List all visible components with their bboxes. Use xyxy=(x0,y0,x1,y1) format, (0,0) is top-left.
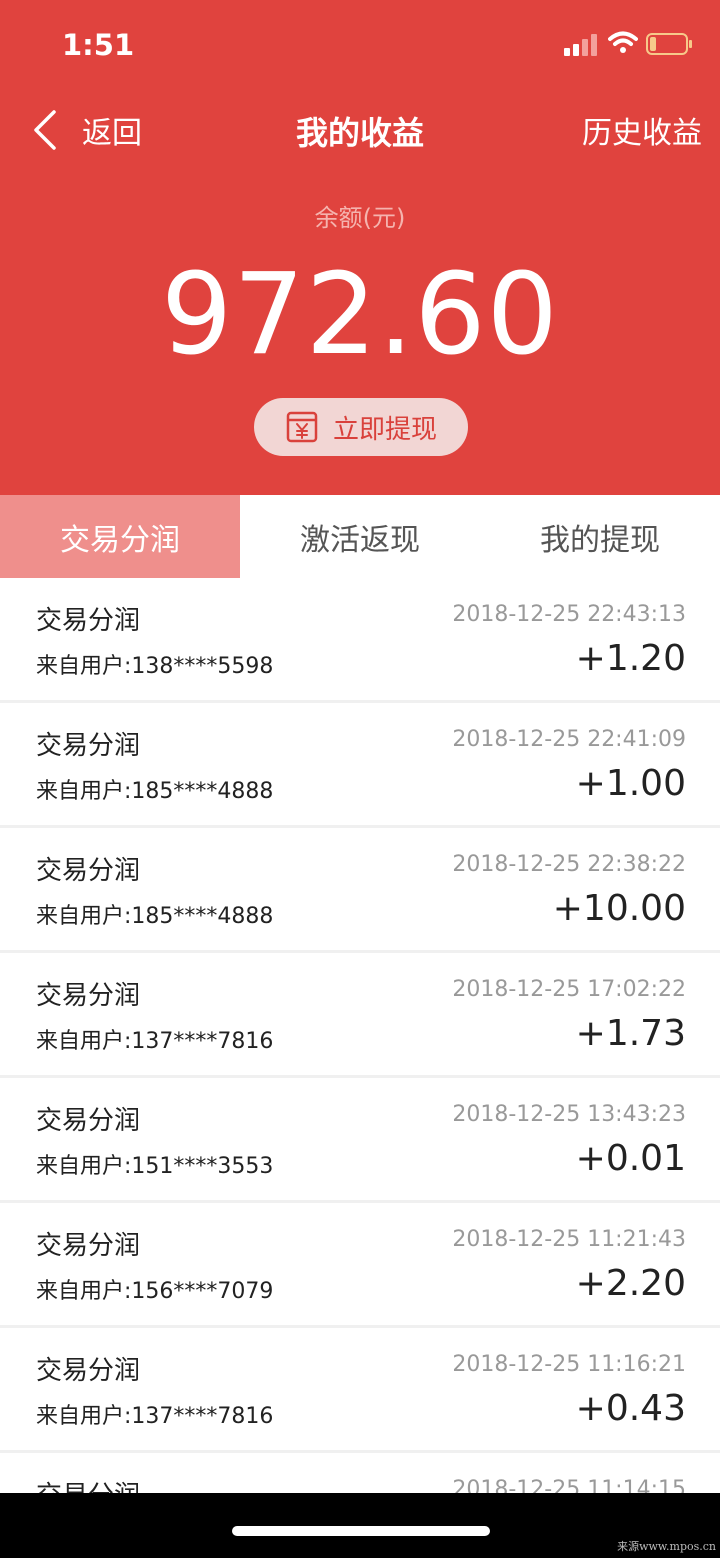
item-amount: +2.20 xyxy=(575,1263,686,1304)
item-time: 2018-12-25 13:43:23 xyxy=(452,1102,686,1127)
chevron-left-icon xyxy=(34,110,56,150)
tab-bar: 交易分润 激活返现 我的提现 xyxy=(0,495,720,578)
list-item[interactable]: 交易分润 来自用户:156****7079 2018-12-25 11:21:4… xyxy=(0,1203,720,1325)
list-item[interactable]: 交易分润 来自用户:151****3553 2018-12-25 13:43:2… xyxy=(0,1078,720,1200)
list-item[interactable]: 交易分润 来自用户:137****7816 2018-12-25 11:16:2… xyxy=(0,1328,720,1450)
item-title: 交易分润 xyxy=(36,1106,141,1136)
list-item[interactable]: 交易分润 来自用户:138****5598 2018-12-25 22:43:1… xyxy=(0,578,720,700)
earnings-header: 1:51 返回 我的收益 历史收益 余额(元) 972.60 立即提现 xyxy=(0,0,720,495)
screen: 1:51 返回 我的收益 历史收益 余额(元) 972.60 立即提现 交易分润… xyxy=(0,0,720,1558)
list-item[interactable]: 交易分润 来自用户:185****4888 2018-12-25 22:38:2… xyxy=(0,828,720,950)
withdraw-label: 立即提现 xyxy=(332,414,437,445)
item-title: 交易分润 xyxy=(36,1231,141,1261)
item-amount: +1.20 xyxy=(575,638,686,679)
yuan-receipt-icon xyxy=(286,411,318,443)
item-user: 来自用户:156****7079 xyxy=(36,1279,274,1304)
item-time: 2018-12-25 11:16:21 xyxy=(452,1352,686,1377)
list-item[interactable]: 交易分润 来自用户:185****4888 2018-12-25 22:41:0… xyxy=(0,703,720,825)
home-indicator[interactable] xyxy=(232,1526,490,1536)
item-time: 2018-12-25 11:21:43 xyxy=(452,1227,686,1252)
tab-activation-cashback[interactable]: 激活返现 xyxy=(240,495,480,578)
list-item[interactable]: 交易分润 来自用户:137****7816 2018-12-25 17:02:2… xyxy=(0,953,720,1075)
item-title: 交易分润 xyxy=(36,606,141,636)
item-amount: +1.73 xyxy=(575,1013,686,1054)
battery-icon xyxy=(646,33,692,55)
nav-bar: 返回 我的收益 历史收益 xyxy=(0,90,720,170)
item-time: 2018-12-25 22:41:09 xyxy=(452,727,686,752)
item-user: 来自用户:137****7816 xyxy=(36,1404,274,1429)
item-title: 交易分润 xyxy=(36,981,141,1011)
item-time: 2018-12-25 22:38:22 xyxy=(452,852,686,877)
home-bar: 来源www.mpos.cn xyxy=(0,1493,720,1558)
back-label: 返回 xyxy=(82,116,142,151)
item-user: 来自用户:185****4888 xyxy=(36,779,274,804)
earnings-list: 交易分润 来自用户:138****5598 2018-12-25 22:43:1… xyxy=(0,578,720,1558)
tab-my-withdrawals[interactable]: 我的提现 xyxy=(480,495,720,578)
item-title: 交易分润 xyxy=(36,1356,141,1386)
item-user: 来自用户:151****3553 xyxy=(36,1154,274,1179)
item-time: 2018-12-25 17:02:22 xyxy=(452,977,686,1002)
item-amount: +10.00 xyxy=(552,888,686,929)
back-button[interactable]: 返回 xyxy=(30,106,170,154)
item-user: 来自用户:138****5598 xyxy=(36,654,274,679)
status-time: 1:51 xyxy=(62,28,135,62)
item-time: 2018-12-25 22:43:13 xyxy=(452,602,686,627)
item-title: 交易分润 xyxy=(36,856,141,886)
balance-label: 余额(元) xyxy=(314,204,406,232)
withdraw-button[interactable]: 立即提现 xyxy=(254,398,468,456)
item-amount: +1.00 xyxy=(575,763,686,804)
tab-trade-profit[interactable]: 交易分润 xyxy=(0,495,240,578)
cellular-signal-icon xyxy=(564,34,597,56)
status-bar: 1:51 xyxy=(0,0,720,90)
watermark: 来源www.mpos.cn xyxy=(617,1540,716,1553)
item-amount: +0.01 xyxy=(575,1138,686,1179)
wifi-icon xyxy=(608,31,638,53)
balance-amount: 972.60 xyxy=(161,250,559,380)
item-user: 来自用户:137****7816 xyxy=(36,1029,274,1054)
item-user: 来自用户:185****4888 xyxy=(36,904,274,929)
item-amount: +0.43 xyxy=(575,1388,686,1429)
history-earnings-button[interactable]: 历史收益 xyxy=(582,108,702,152)
item-title: 交易分润 xyxy=(36,731,141,761)
